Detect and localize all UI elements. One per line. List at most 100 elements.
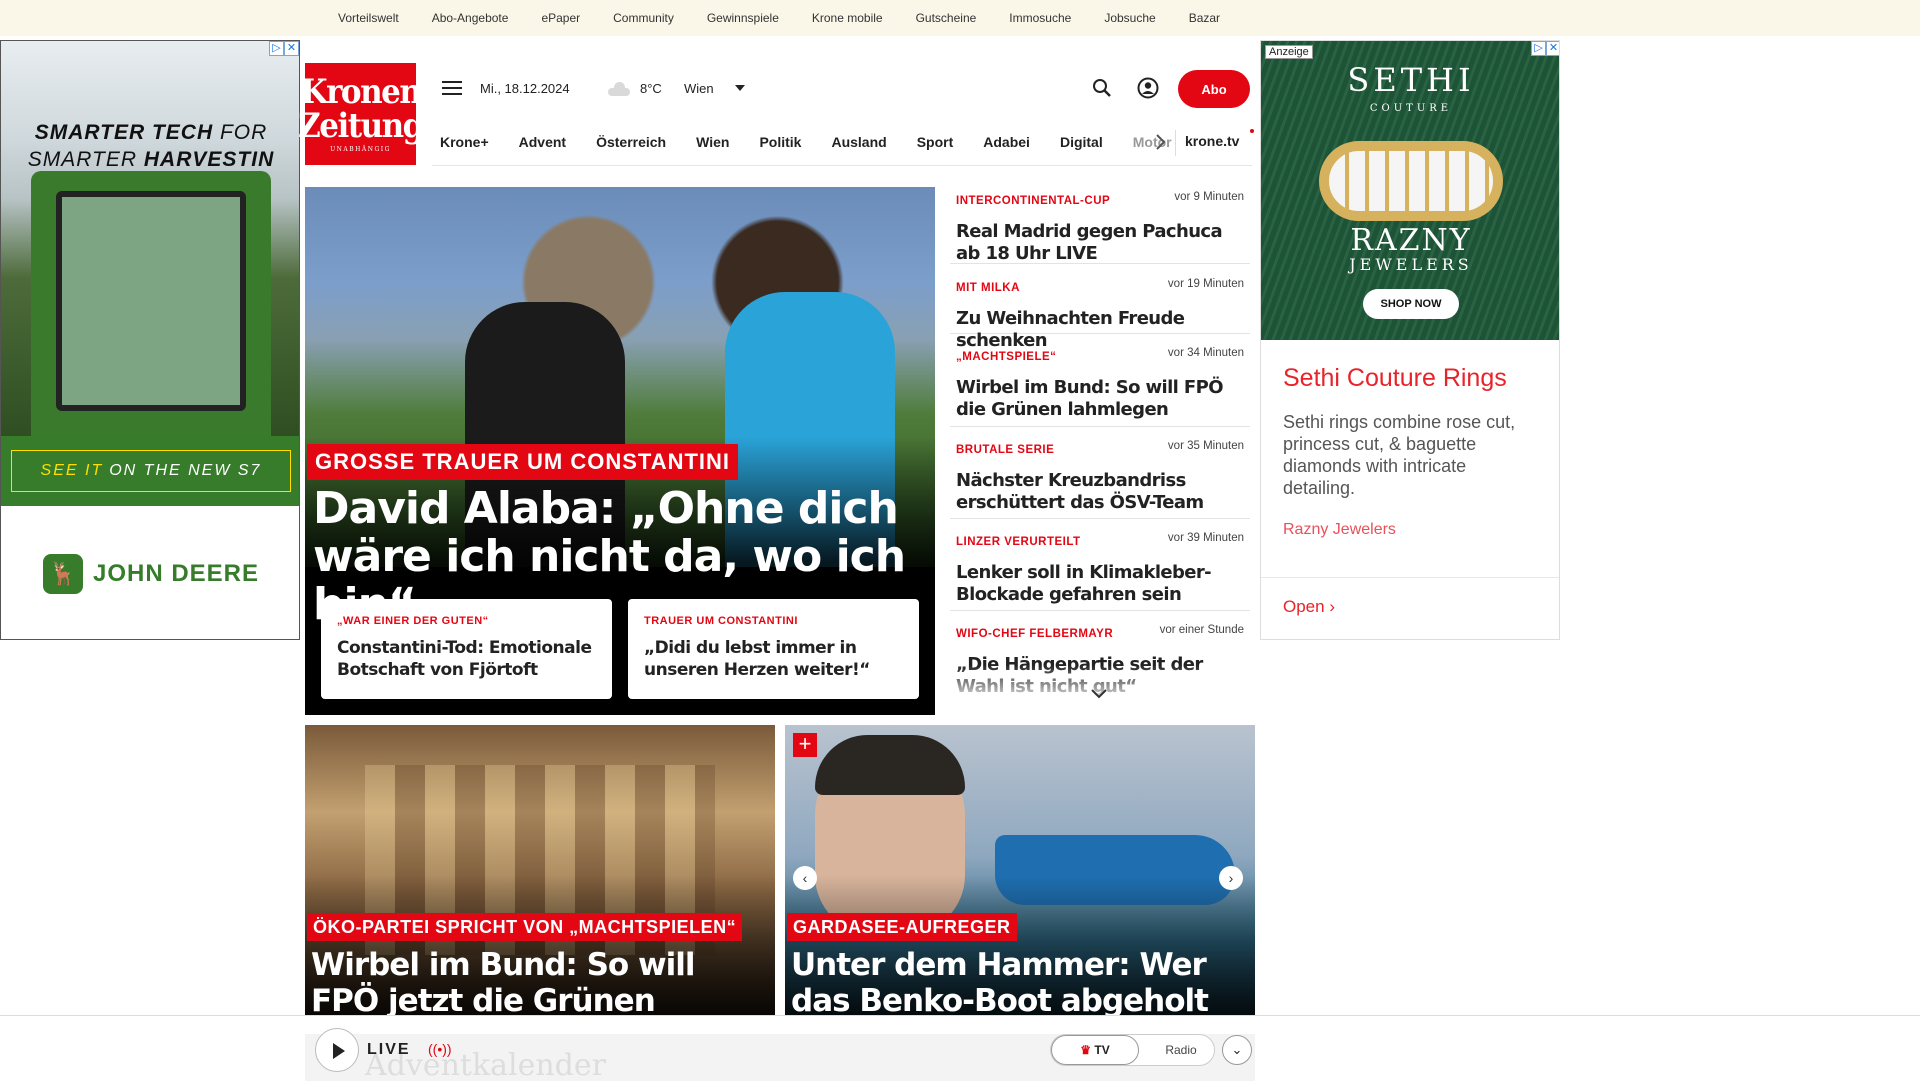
utility-link-epaper[interactable]: ePaper <box>541 11 580 25</box>
shop-now-button[interactable]: SHOP NOW <box>1363 289 1459 319</box>
ticker-item[interactable]: „MACHTSPIELE“ vor 34 Minuten Wirbel im B… <box>950 334 1250 427</box>
nav-item-krone-tv[interactable]: krone.tv <box>1185 133 1239 149</box>
ticker-time: vor 34 Minuten <box>1167 347 1244 359</box>
utility-link-community[interactable]: Community <box>613 11 674 25</box>
card-headline[interactable]: Wirbel im Bund: So will FPÖ jetzt die Gr… <box>311 947 751 1015</box>
ad-choices: ▷ ✕ <box>269 41 299 56</box>
ticker-expand-chevron-icon[interactable] <box>1090 688 1108 700</box>
ticker-item[interactable]: MIT MILKA vor 19 Minuten Zu Weihnachten … <box>950 264 1250 351</box>
tv-toggle-button[interactable]: ♛ TV <box>1051 1035 1139 1065</box>
nav-item-advent[interactable]: Advent <box>519 134 566 150</box>
adchoices-icon[interactable]: ▷ <box>1531 41 1546 56</box>
abo-button[interactable]: Abo <box>1178 70 1250 108</box>
nav-item-ausland[interactable]: Ausland <box>831 134 886 150</box>
kronen-zeitung-logo[interactable]: Kronen Zeitung UNABHÄNGIG <box>298 63 424 165</box>
ad-choices: ▷ ✕ <box>1531 41 1559 56</box>
tv-toggle-label: TV <box>1094 1043 1110 1057</box>
tv-radio-toggle: ♛ TV Radio <box>1050 1034 1215 1066</box>
ad-tractor-image <box>1 41 299 436</box>
chevron-down-icon[interactable]: ⌄ <box>1222 1035 1252 1065</box>
user-account-icon[interactable] <box>1137 77 1159 99</box>
news-ticker: INTERCONTINENTAL-CUP vor 9 Minuten Real … <box>950 187 1250 705</box>
left-skyscraper-ad[interactable]: SMARTER TECH FOR SMARTER HARVESTIN SEE I… <box>0 40 300 640</box>
sub-story-title[interactable]: „Didi du lebst immer in unseren Herzen w… <box>644 637 903 681</box>
ad-cta-text: ON THE NEW S7 <box>109 462 262 479</box>
sub-story-kicker: „WAR EINER DER GUTEN“ <box>337 615 489 627</box>
radio-toggle-button[interactable]: Radio <box>1146 1035 1216 1065</box>
ticker-item[interactable]: BRUTALE SERIE vor 35 Minuten Nächster Kr… <box>950 427 1250 519</box>
sub-story-title[interactable]: Constantini-Tod: Emotionale Botschaft vo… <box>337 637 596 681</box>
ticker-kicker: WIFO-CHEF FELBERMAYR <box>956 628 1114 640</box>
hero-sub-story[interactable]: „WAR EINER DER GUTEN“ Constantini-Tod: E… <box>321 599 612 699</box>
hair-shape <box>815 735 965 795</box>
logo-word-1: Kronen <box>300 72 422 112</box>
ticker-time: vor einer Stunde <box>1159 624 1244 636</box>
ad-headline-part: SMARTER TECH <box>34 121 214 144</box>
ad-cta-band: SEE IT ON THE NEW S7 <box>1 436 299 506</box>
live-player-bar: Adventkalender LIVE ((•)) ♛ TV Radio ⌄ <box>0 1015 1920 1083</box>
hero-kicker: GROSSE TRAUER UM CONSTANTINI <box>307 444 739 480</box>
krone-plus-icon: + <box>793 733 817 757</box>
card-headline[interactable]: Unter dem Hammer: Wer das Benko-Boot abg… <box>791 947 1231 1015</box>
city-selector[interactable]: Wien <box>684 81 714 96</box>
ad-divider <box>1261 577 1559 578</box>
ticker-title[interactable]: Wirbel im Bund: So will FPÖ die Grünen l… <box>956 377 1244 421</box>
utility-link-krone-mobile[interactable]: Krone mobile <box>812 11 883 25</box>
adchoices-icon[interactable]: ▷ <box>269 41 284 56</box>
ad-brand-sethi: SETHI <box>1347 61 1475 99</box>
ticker-time: vor 19 Minuten <box>1167 278 1244 290</box>
utility-link-vorteilswelt[interactable]: Vorteilswelt <box>338 11 399 25</box>
search-icon[interactable] <box>1092 78 1112 98</box>
ticker-title[interactable]: Real Madrid gegen Pachuca ab 18 Uhr LIVE <box>956 221 1244 265</box>
utility-link-jobsuche[interactable]: Jobsuche <box>1104 11 1155 25</box>
story-card[interactable]: ÖKO-PARTEI SPRICHT VON „MACHTSPIELEN“ Wi… <box>305 725 775 1015</box>
main-navigation: Krone+ Advent Österreich Wien Politik Au… <box>432 120 1254 166</box>
right-display-ad[interactable]: SETHI COUTURE RAZNY JEWELERS SHOP NOW An… <box>1260 40 1560 640</box>
ticker-kicker: „MACHTSPIELE“ <box>956 351 1057 363</box>
nav-item-krone-plus[interactable]: Krone+ <box>440 134 489 150</box>
utility-link-abo-angebote[interactable]: Abo-Angebote <box>432 11 509 25</box>
chevron-right-icon[interactable] <box>1152 133 1168 151</box>
sub-story-kicker: TRAUER UM CONSTANTINI <box>644 615 798 627</box>
nav-item-digital[interactable]: Digital <box>1060 134 1103 150</box>
ad-heading[interactable]: Sethi Couture Rings <box>1283 364 1539 393</box>
ad-headline: SMARTER TECH FOR SMARTER HARVESTIN <box>1 119 299 173</box>
ticker-title[interactable]: Nächster Kreuzbandriss erschüttert das Ö… <box>956 470 1244 514</box>
nav-item-sport[interactable]: Sport <box>917 134 954 150</box>
broadcast-icon: ((•)) <box>428 1041 452 1057</box>
nav-item-adabei[interactable]: Adabei <box>983 134 1030 150</box>
top-utility-bar: Vorteilswelt Abo-Angebote ePaper Communi… <box>0 0 1920 36</box>
cloud-icon <box>608 82 630 96</box>
hamburger-menu-icon[interactable] <box>442 81 462 97</box>
nav-item-oesterreich[interactable]: Österreich <box>596 134 666 150</box>
ad-brand-couture: COUTURE <box>1369 103 1453 114</box>
utility-link-gutscheine[interactable]: Gutscheine <box>916 11 977 25</box>
story-card[interactable]: + ‹ › GARDASEE-AUFREGER Unter dem Hammer… <box>785 725 1255 1015</box>
ticker-item[interactable]: INTERCONTINENTAL-CUP vor 9 Minuten Real … <box>950 187 1250 264</box>
ad-jewelry-banner: SETHI COUTURE RAZNY JEWELERS SHOP NOW An… <box>1261 41 1559 340</box>
ad-close-icon[interactable]: ✕ <box>1546 41 1559 56</box>
hero-story[interactable]: GROSSE TRAUER UM CONSTANTINI David Alaba… <box>305 187 935 715</box>
ad-brand-name: JOHN DEERE <box>92 559 260 587</box>
ticker-kicker: LINZER VERURTEILT <box>956 536 1081 548</box>
ad-open-link[interactable]: Open › <box>1283 597 1335 617</box>
nav-item-wien[interactable]: Wien <box>696 134 729 150</box>
carousel-prev-button[interactable]: ‹ <box>793 866 817 890</box>
nav-item-politik[interactable]: Politik <box>759 134 801 150</box>
current-date: Mi., 18.12.2024 <box>480 81 570 96</box>
deer-icon: 🦌 <box>42 553 83 594</box>
utility-link-gewinnspiele[interactable]: Gewinnspiele <box>707 11 779 25</box>
ad-advertiser[interactable]: Razny Jewelers <box>1283 521 1539 539</box>
ad-text-block: Sethi Couture Rings Sethi rings combine … <box>1261 340 1559 563</box>
carousel-next-button[interactable]: › <box>1219 866 1243 890</box>
utility-link-bazar[interactable]: Bazar <box>1189 11 1220 25</box>
ticker-item[interactable]: LINZER VERURTEILT vor 39 Minuten Lenker … <box>950 519 1250 611</box>
ticker-title[interactable]: Lenker soll in Klimakleber-Blockade gefa… <box>956 562 1244 606</box>
chevron-down-icon[interactable] <box>735 85 745 91</box>
utility-link-immosuche[interactable]: Immosuche <box>1009 11 1071 25</box>
hero-sub-story[interactable]: TRAUER UM CONSTANTINI „Didi du lebst imm… <box>628 599 919 699</box>
ad-cta-button[interactable]: SEE IT ON THE NEW S7 <box>11 450 291 492</box>
play-button[interactable] <box>315 1028 359 1072</box>
ad-brand-razny: RAZNY <box>1350 223 1472 258</box>
ad-close-icon[interactable]: ✕ <box>284 41 299 56</box>
